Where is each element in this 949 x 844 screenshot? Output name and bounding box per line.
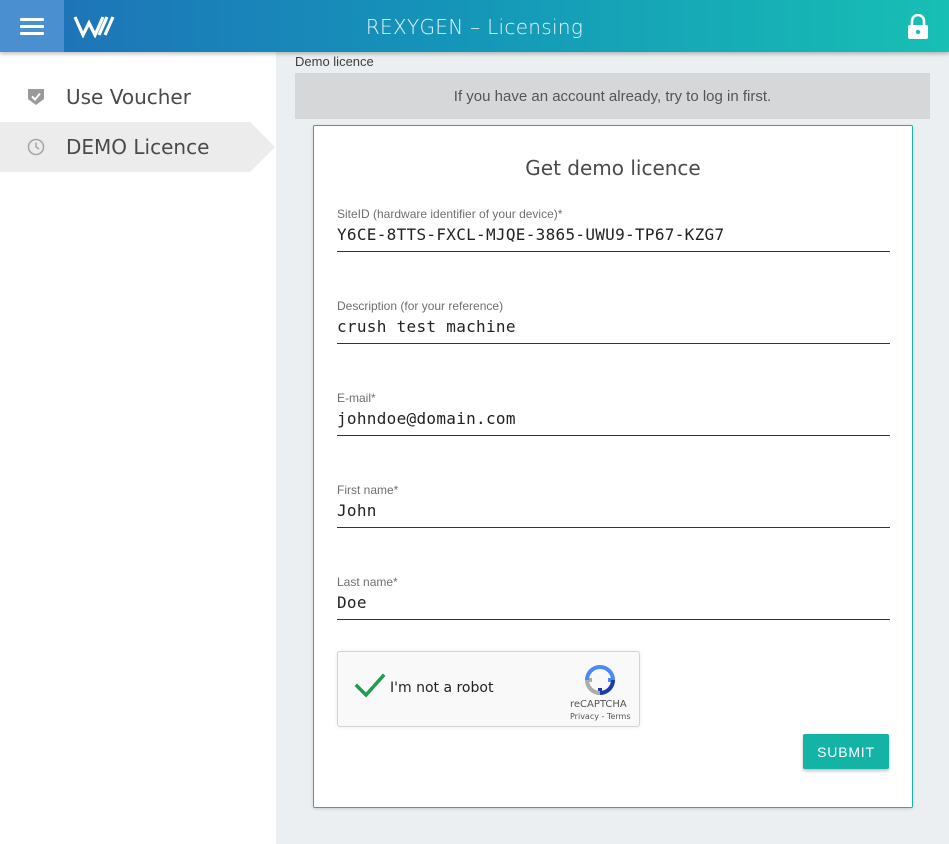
demo-licence-form: Get demo licence SiteID (hardware identi… [313,125,913,808]
recaptcha-label: I'm not a robot [390,680,494,696]
siteid-underline [337,251,890,252]
last-name-input[interactable] [337,590,890,614]
description-input[interactable] [337,314,890,338]
active-arrow [250,122,275,172]
email-underline [337,435,890,436]
last-name-underline [337,619,890,620]
top-app-bar: REXYGEN – Licensing [0,0,949,52]
email-input[interactable] [337,406,890,430]
sidebar-item-use-voucher[interactable]: Use Voucher [0,72,276,122]
siteid-field: SiteID (hardware identifier of your devi… [337,207,890,265]
form-title: Get demo licence [525,156,701,180]
shield-check-icon [28,89,44,105]
app-title: REXYGEN – Licensing [365,15,584,39]
first-name-underline [337,527,890,528]
siteid-label: SiteID (hardware identifier of your devi… [337,207,563,221]
recaptcha-widget: I'm not a robot reCAPTCHA Privacy - Term… [337,651,640,727]
last-name-label: Last name* [337,575,398,589]
submit-button[interactable]: SUBMIT [803,734,889,769]
email-field: E-mail* [337,391,890,449]
recaptcha-logo-icon [584,665,616,696]
clock-icon [27,138,45,156]
sidebar: Use Voucher DEMO Licence [0,52,276,844]
sidebar-item-label: DEMO Licence [66,135,210,159]
description-field: Description (for your reference) [337,299,890,357]
login-notice: If you have an account already, try to l… [295,73,930,119]
description-underline [337,343,890,344]
first-name-field: First name* [337,483,890,541]
first-name-input[interactable] [337,498,890,522]
recaptcha-checkbox[interactable] [354,672,386,700]
first-name-label: First name* [337,483,399,497]
last-name-field: Last name* [337,575,890,633]
lock-icon[interactable] [906,14,930,40]
description-label: Description (for your reference) [337,299,504,313]
recaptcha-brand: reCAPTCHA [570,699,627,710]
sidebar-item-label: Use Voucher [66,85,191,109]
email-label: E-mail* [337,391,376,405]
siteid-input[interactable] [337,222,890,246]
recaptcha-privacy-terms-link[interactable]: Privacy - Terms [570,712,631,721]
sidebar-item-demo-licence[interactable]: DEMO Licence [0,122,276,172]
breadcrumb: Demo licence [295,54,374,69]
